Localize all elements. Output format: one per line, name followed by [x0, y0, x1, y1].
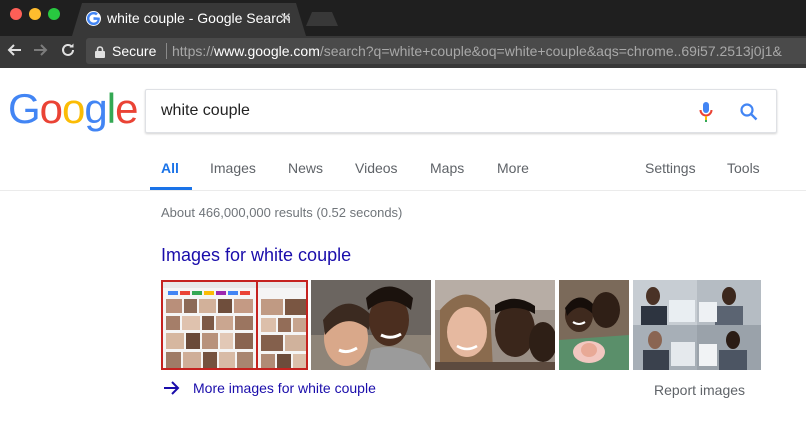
google-logo[interactable]: Google: [8, 85, 138, 132]
close-window-button[interactable]: [10, 8, 22, 20]
search-input[interactable]: [161, 102, 681, 120]
forward-arrow-icon[interactable]: [33, 42, 49, 63]
arrow-right-icon: [163, 380, 181, 401]
report-images-link[interactable]: Report images: [654, 382, 745, 398]
logo-letter: e: [115, 85, 138, 132]
maximize-window-button[interactable]: [48, 8, 60, 20]
logo-letter: g: [84, 85, 107, 132]
reload-icon[interactable]: [60, 42, 76, 63]
url-path: /search?q=white+couple&oq=white+couple&a…: [319, 43, 782, 59]
tab-images[interactable]: Images: [210, 160, 256, 176]
tab-maps[interactable]: Maps: [430, 160, 464, 176]
browser-toolbar: Secure https://www.google.com/search?q=w…: [0, 36, 806, 68]
lock-icon: [95, 45, 105, 58]
logo-letter: l: [106, 85, 116, 132]
active-tab-indicator: [150, 187, 192, 190]
logo-letter: G: [8, 85, 41, 132]
logo-letter: o: [62, 85, 85, 132]
search-icon[interactable]: [739, 102, 759, 127]
logo-letter: o: [39, 85, 63, 132]
google-favicon-icon: [86, 11, 101, 26]
tab-more[interactable]: More: [497, 160, 529, 176]
address-divider: [166, 43, 167, 59]
tab-title: white couple - Google Search: [107, 10, 291, 26]
search-box: [145, 89, 777, 133]
tab-videos[interactable]: Videos: [355, 160, 398, 176]
more-images-label: More images for white couple: [193, 380, 376, 396]
microphone-icon[interactable]: [699, 101, 713, 128]
back-arrow-icon[interactable]: [6, 42, 22, 63]
result-stats: About 466,000,000 results (0.52 seconds): [161, 205, 403, 220]
tab-close-icon[interactable]: ✕: [279, 9, 292, 27]
image-thumbnail[interactable]: [161, 280, 308, 370]
image-thumbnail[interactable]: [311, 280, 431, 370]
new-tab-button[interactable]: [306, 12, 338, 26]
tab-all[interactable]: All: [161, 160, 179, 176]
url-scheme: https://: [172, 43, 215, 59]
image-thumbnail[interactable]: [559, 280, 629, 370]
tab-news[interactable]: News: [288, 160, 323, 176]
url-text[interactable]: https://www.google.com/search?q=white+co…: [172, 43, 782, 59]
browser-tab-active[interactable]: white couple - Google Search ✕: [72, 3, 306, 36]
secure-label: Secure: [112, 43, 157, 59]
browser-titlebar: white couple - Google Search ✕: [0, 0, 806, 36]
image-thumbnail[interactable]: [633, 280, 761, 370]
search-tabs: All Images News Videos Maps More Setting…: [0, 150, 806, 191]
address-bar[interactable]: Secure https://www.google.com/search?q=w…: [86, 38, 806, 64]
image-thumbnail[interactable]: [435, 280, 555, 370]
minimize-window-button[interactable]: [29, 8, 41, 20]
tab-settings[interactable]: Settings: [645, 160, 696, 176]
tab-tools[interactable]: Tools: [727, 160, 760, 176]
images-heading-link[interactable]: Images for white couple: [161, 245, 351, 266]
url-host: www.google.com: [214, 43, 320, 59]
